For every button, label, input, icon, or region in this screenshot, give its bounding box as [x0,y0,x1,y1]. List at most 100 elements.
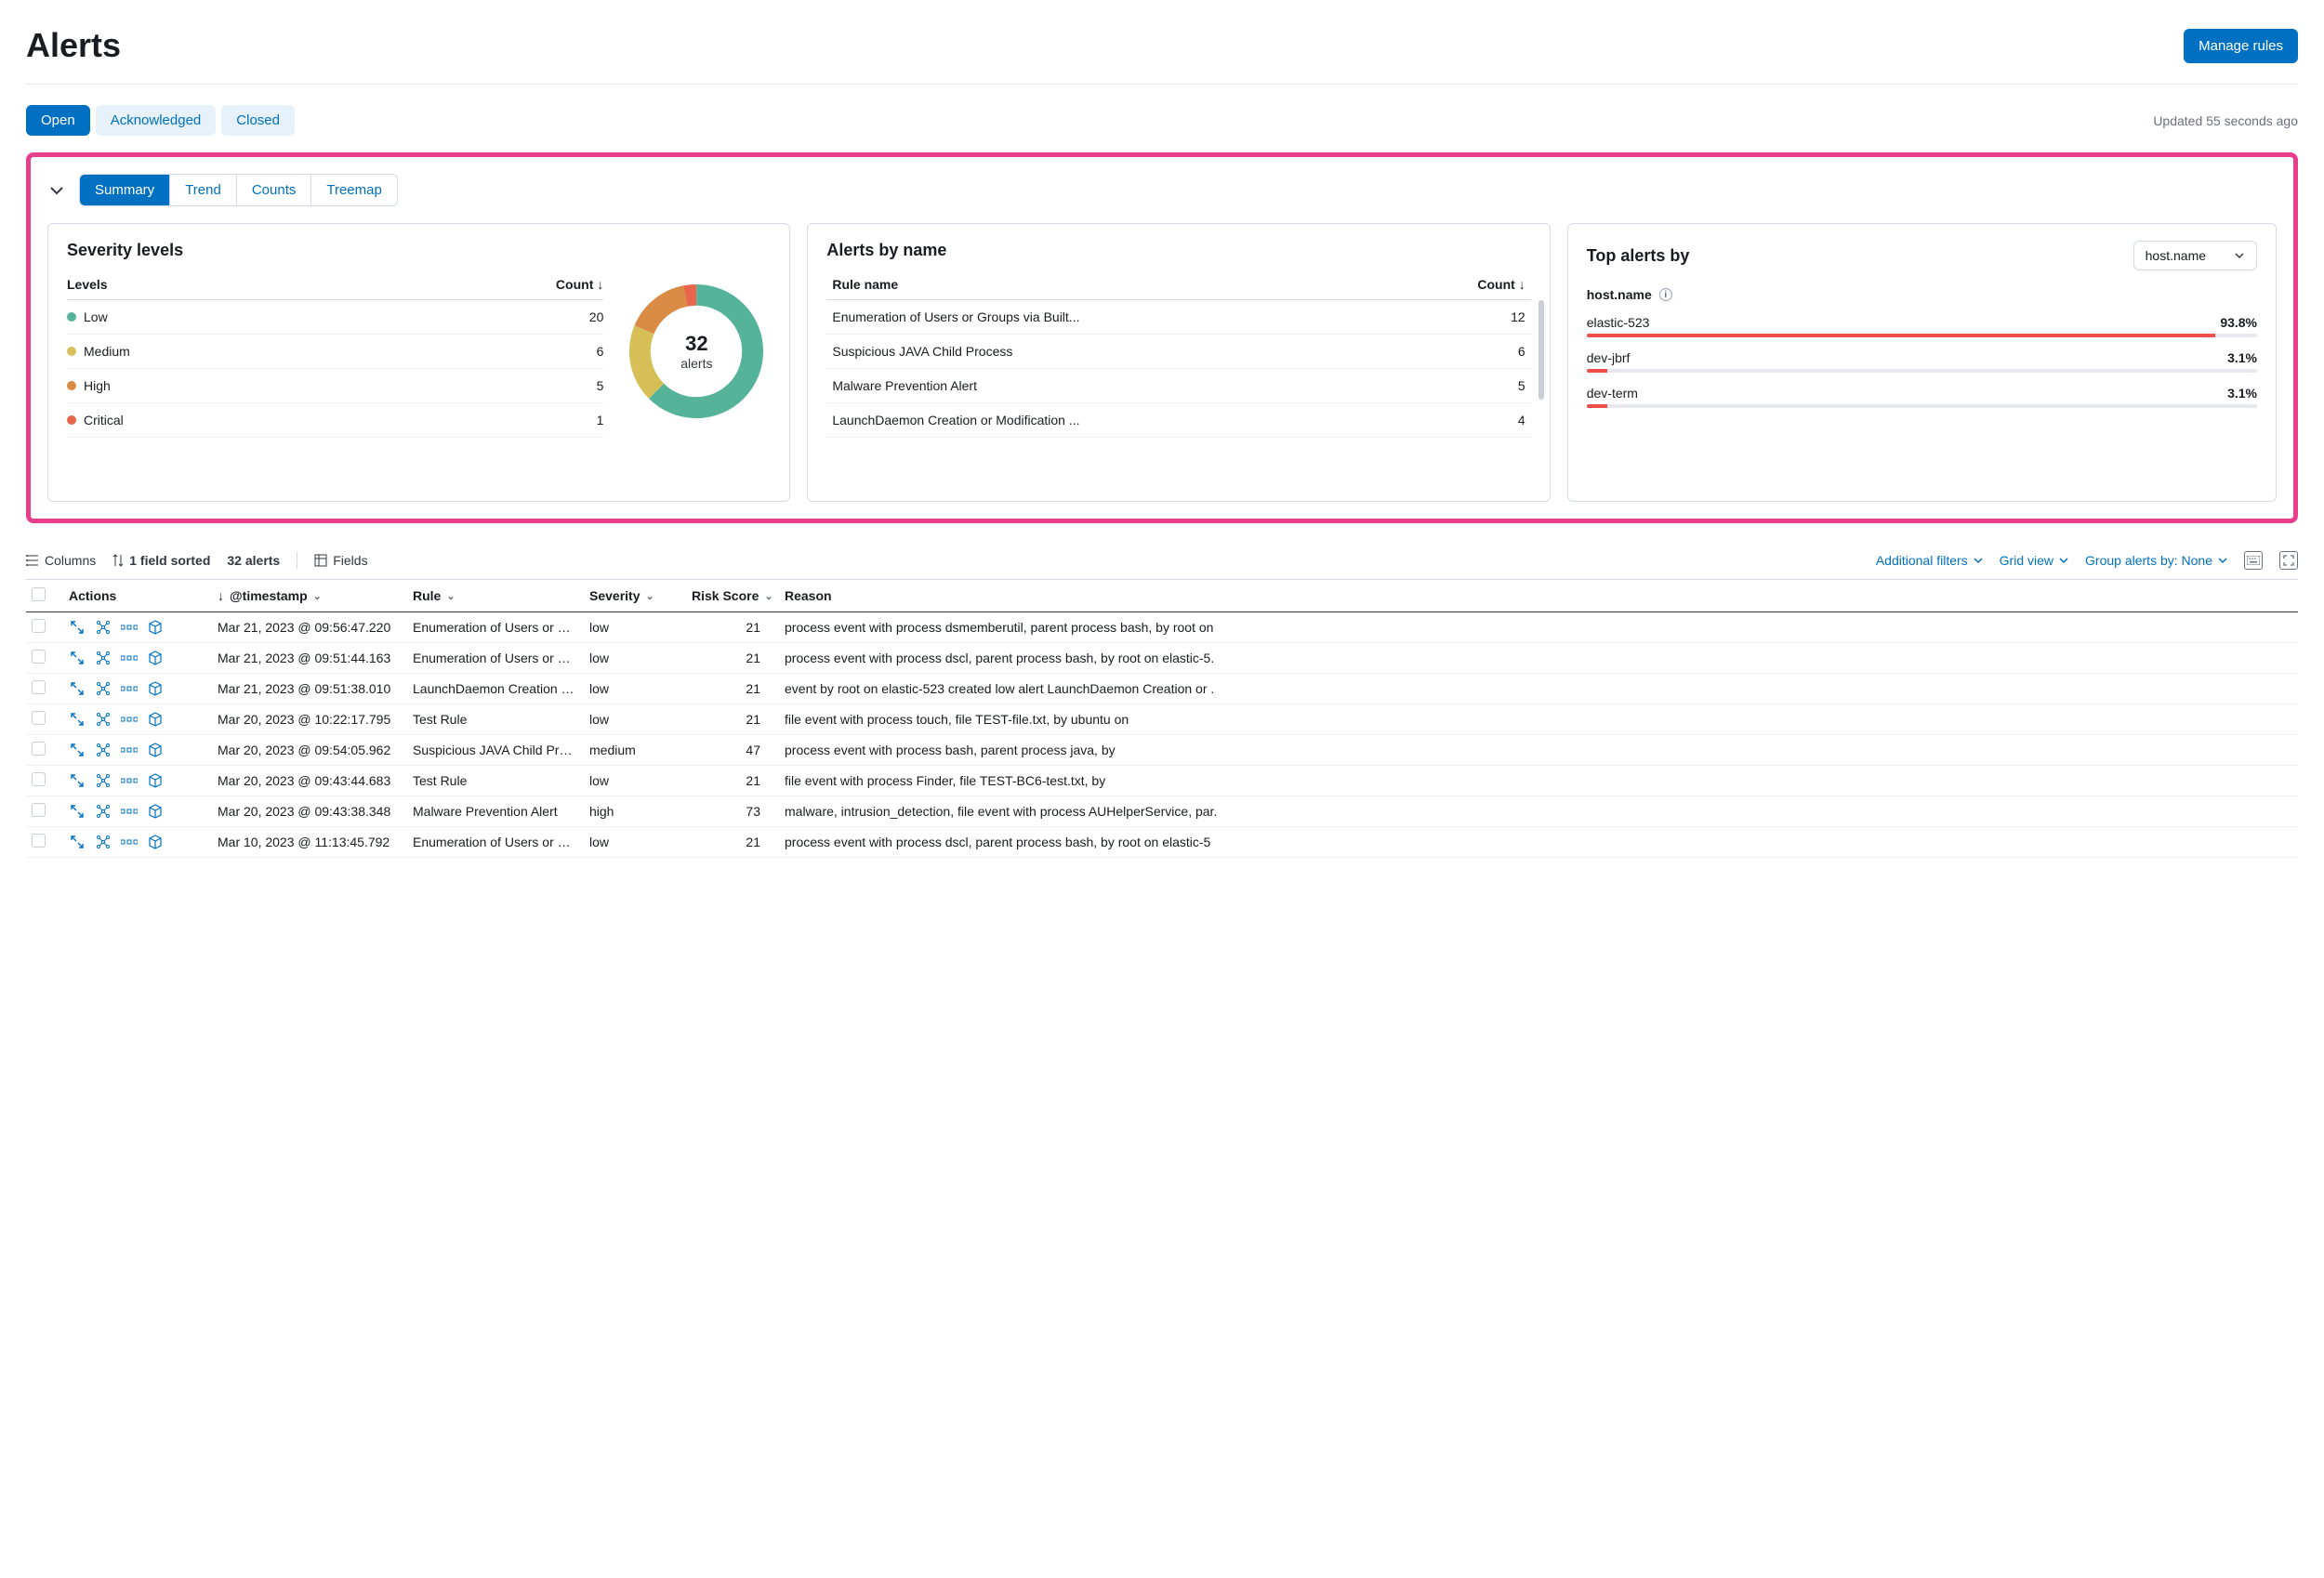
cube-icon[interactable] [147,834,164,850]
table-row[interactable]: Mar 21, 2023 @ 09:51:44.163 Enumeration … [26,643,2298,674]
analyze-icon[interactable] [95,711,112,728]
expand-icon[interactable] [69,619,86,636]
manage-rules-button[interactable]: Manage rules [2184,29,2298,63]
col-rule[interactable]: Rule⌄ [407,580,584,612]
tab-open[interactable]: Open [26,105,90,136]
table-row[interactable]: Mar 21, 2023 @ 09:56:47.220 Enumeration … [26,612,2298,643]
row-checkbox[interactable] [32,803,46,817]
expand-icon[interactable] [69,650,86,666]
view-tab-counts[interactable]: Counts [236,175,311,205]
expand-icon[interactable] [69,803,86,820]
cube-icon[interactable] [147,772,164,789]
tab-closed[interactable]: Closed [221,105,295,136]
table-row[interactable]: Mar 20, 2023 @ 09:54:05.962 Suspicious J… [26,735,2298,766]
top-alerts-field-select[interactable]: host.name [2133,241,2257,270]
cell-severity: low [584,674,686,704]
rule-name-row[interactable]: Enumeration of Users or Groups via Built… [826,300,1530,335]
session-icon[interactable] [121,619,138,636]
table-row[interactable]: Mar 10, 2023 @ 11:13:45.792 Enumeration … [26,827,2298,858]
view-tab-summary[interactable]: Summary [80,175,169,205]
analyze-icon[interactable] [95,680,112,697]
session-icon[interactable] [121,742,138,758]
count-header[interactable]: Count ↓ [556,277,603,292]
cell-reason: malware, intrusion_detection, file event… [779,796,2298,827]
table-row[interactable]: Mar 20, 2023 @ 09:43:38.348 Malware Prev… [26,796,2298,827]
severity-row: Low20 [67,300,603,335]
host-name: dev-term [1587,386,1638,401]
session-icon[interactable] [121,680,138,697]
host-pct: 3.1% [2227,386,2257,401]
row-checkbox[interactable] [32,680,46,694]
session-icon[interactable] [121,650,138,666]
chevron-down-icon: ⌄ [764,590,772,602]
col-severity[interactable]: Severity⌄ [584,580,686,612]
collapse-chevron-icon[interactable] [47,181,66,200]
fields-button[interactable]: Fields [314,553,367,568]
analyze-icon[interactable] [95,742,112,758]
cell-risk: 21 [686,643,779,674]
expand-icon[interactable] [69,680,86,697]
row-checkbox[interactable] [32,619,46,633]
row-checkbox[interactable] [32,772,46,786]
severity-label: Low [84,309,108,324]
session-icon[interactable] [121,834,138,850]
cube-icon[interactable] [147,619,164,636]
additional-filters-button[interactable]: Additional filters [1876,553,1983,568]
severity-dot-icon [67,312,76,322]
cube-icon[interactable] [147,650,164,666]
cell-reason: event by root on elastic-523 created low… [779,674,2298,704]
col-reason: Reason [779,580,2298,612]
session-icon[interactable] [121,803,138,820]
cell-severity: low [584,766,686,796]
col-timestamp[interactable]: ↓@timestamp⌄ [212,580,407,612]
row-checkbox[interactable] [32,834,46,848]
top-field-label: host.name [1587,287,1652,302]
rule-count-header[interactable]: Count ↓ [1477,277,1525,292]
top-alert-row[interactable]: dev-jbrf3.1% [1587,350,2257,373]
row-checkbox[interactable] [32,711,46,725]
top-alert-row[interactable]: dev-term 3.1% [1587,386,2257,408]
columns-button[interactable]: Columns [26,553,96,568]
view-tab-trend[interactable]: Trend [169,175,236,205]
table-row[interactable]: Mar 20, 2023 @ 10:22:17.795 Test Rule lo… [26,704,2298,735]
row-actions [69,619,206,636]
scrollbar[interactable] [1538,300,1544,400]
table-row[interactable]: Mar 20, 2023 @ 09:43:44.683 Test Rule lo… [26,766,2298,796]
analyze-icon[interactable] [95,834,112,850]
session-icon[interactable] [121,772,138,789]
sort-button[interactable]: 1 field sorted [112,553,210,568]
cube-icon[interactable] [147,680,164,697]
keyboard-icon[interactable] [2244,551,2263,570]
expand-icon[interactable] [69,742,86,758]
row-checkbox[interactable] [32,742,46,756]
session-icon[interactable] [121,711,138,728]
analyze-icon[interactable] [95,772,112,789]
top-alert-row[interactable]: elastic-52393.8% [1587,315,2257,337]
severity-row: Critical1 [67,403,603,438]
fullscreen-icon[interactable] [2279,551,2298,570]
rule-name-row[interactable]: LaunchDaemon Creation or Modification ..… [826,403,1530,438]
analyze-icon[interactable] [95,803,112,820]
info-icon[interactable]: i [1659,288,1672,301]
rule-name-row[interactable]: Suspicious JAVA Child Process6 [826,335,1530,369]
analyze-icon[interactable] [95,650,112,666]
expand-icon[interactable] [69,772,86,789]
table-row[interactable]: Mar 21, 2023 @ 09:51:38.010 LaunchDaemon… [26,674,2298,704]
select-all-checkbox[interactable] [32,587,46,601]
expand-icon[interactable] [69,834,86,850]
view-tab-treemap[interactable]: Treemap [310,175,396,205]
cell-timestamp: Mar 21, 2023 @ 09:51:44.163 [212,643,407,674]
col-risk[interactable]: Risk Score⌄ [686,580,779,612]
row-checkbox[interactable] [32,650,46,664]
cube-icon[interactable] [147,803,164,820]
group-by-button[interactable]: Group alerts by: None [2085,553,2227,568]
rule-name-row[interactable]: Malware Prevention Alert5 [826,369,1530,403]
expand-icon[interactable] [69,711,86,728]
tab-acknowledged[interactable]: Acknowledged [96,105,217,136]
analyze-icon[interactable] [95,619,112,636]
severity-row: Medium6 [67,335,603,369]
cube-icon[interactable] [147,742,164,758]
alert-count: 32 alerts [227,553,280,568]
cube-icon[interactable] [147,711,164,728]
grid-view-button[interactable]: Grid view [2000,553,2068,568]
